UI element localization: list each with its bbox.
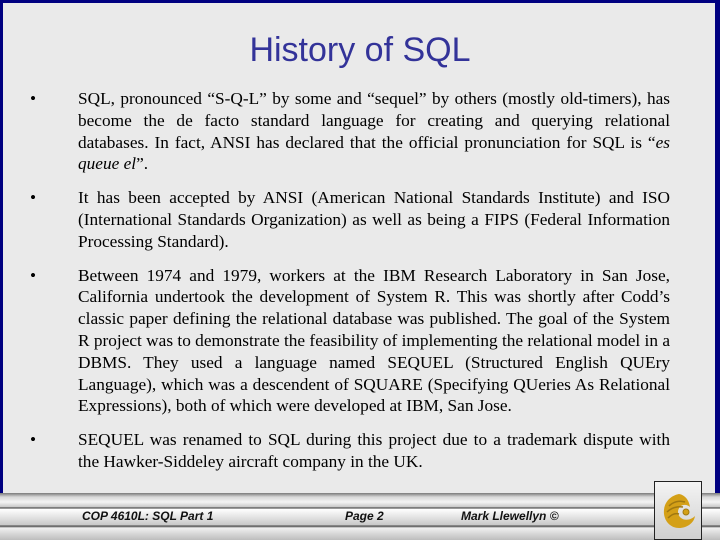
bullet-marker: • bbox=[30, 89, 37, 108]
footer-page-number: Page 2 bbox=[345, 509, 384, 523]
bullet-marker: • bbox=[30, 265, 37, 285]
bullet-marker: • bbox=[30, 430, 37, 450]
bullet-text: SEQUEL was renamed to SQL during this pr… bbox=[78, 430, 670, 471]
bullet-text: SQL, pronounced “S-Q-L” by some and “seq… bbox=[78, 88, 670, 175]
bullet-list: • SQL, pronounced “S-Q-L” by some and “s… bbox=[30, 88, 670, 485]
bullet-marker: • bbox=[30, 188, 37, 208]
bullet-item: • Between 1974 and 1979, workers at the … bbox=[30, 265, 670, 418]
bullet-text-part: ”. bbox=[136, 154, 149, 174]
bullet-item: • SEQUEL was renamed to SQL during this … bbox=[30, 429, 670, 473]
bullet-item: • It has been accepted by ANSI (American… bbox=[30, 187, 670, 252]
footer-course: COP 4610L: SQL Part 1 bbox=[82, 509, 214, 523]
logo-box bbox=[654, 481, 702, 540]
bullet-text-part: SQL, pronounced “S-Q-L” by some and “seq… bbox=[78, 89, 670, 152]
pegasus-logo-icon bbox=[663, 494, 695, 528]
bullet-text: It has been accepted by ANSI (American N… bbox=[78, 188, 670, 251]
footer-author: Mark Llewellyn © bbox=[461, 509, 559, 523]
slide: History of SQL • SQL, pronounced “S-Q-L”… bbox=[0, 0, 720, 540]
bullet-item: • SQL, pronounced “S-Q-L” by some and “s… bbox=[30, 88, 670, 175]
bullet-text: Between 1974 and 1979, workers at the IB… bbox=[78, 265, 670, 416]
slide-title: History of SQL bbox=[249, 31, 471, 69]
